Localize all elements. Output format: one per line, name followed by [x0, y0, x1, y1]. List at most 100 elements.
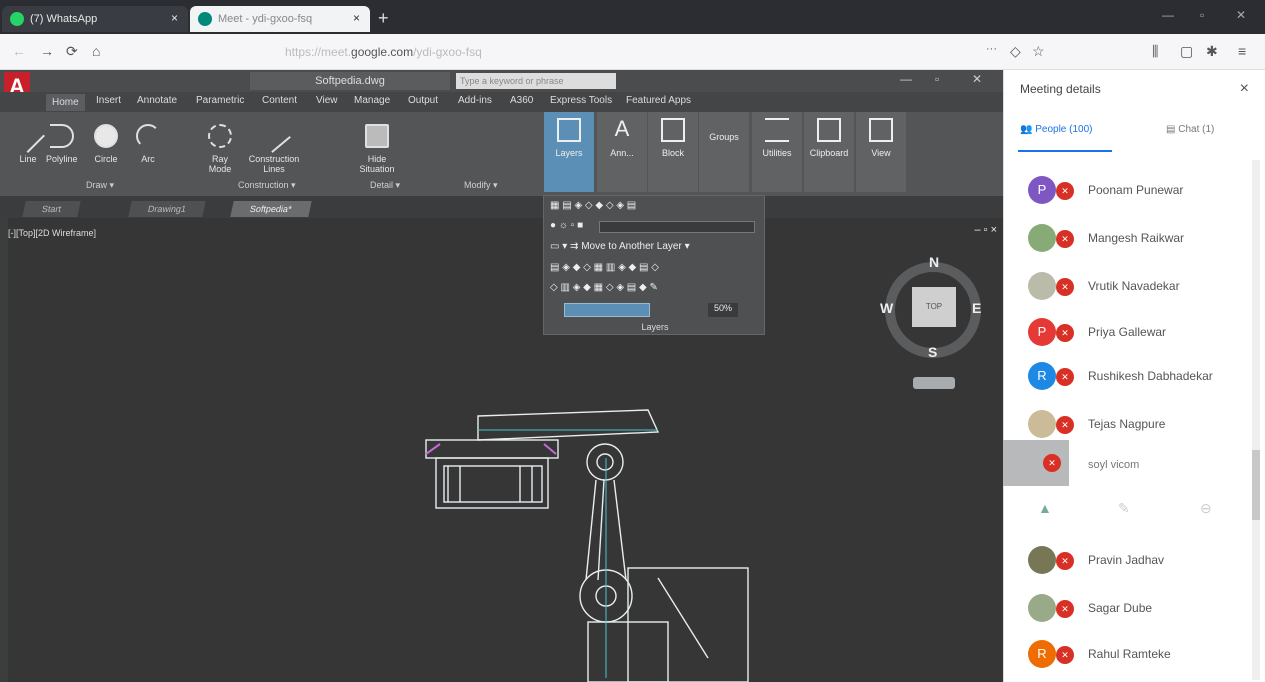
minimize-icon[interactable]: —	[1162, 8, 1174, 22]
back-icon[interactable]: ←	[12, 43, 26, 59]
line-button[interactable]: Line	[11, 119, 45, 164]
remove-icon[interactable]: ⊖	[1200, 500, 1212, 517]
layer-dropdown[interactable]	[599, 221, 755, 233]
tab-parametric[interactable]: Parametric	[196, 95, 244, 106]
pin-icon[interactable]: ▲	[1038, 500, 1052, 516]
annotation-button[interactable]: A Ann...	[597, 112, 647, 192]
circle-button[interactable]: Circle	[94, 124, 118, 164]
address-bar[interactable]: https://meet.google.com/ydi-gxoo-fsq	[215, 42, 775, 62]
compass-east[interactable]: E	[972, 300, 981, 316]
layers-panel-popup: ▦ ▤ ◈ ◇ ◆ ◇ ◈ ▤ ● ☼ ▫ ■ ▭ ▾ ⇉ Move to An…	[543, 195, 765, 335]
participant-name: Poonam Punewar	[1088, 183, 1184, 197]
participant-row[interactable]: R ✕ Rahul Ramteke	[1024, 640, 1254, 670]
construction-lines-button[interactable]: Construction Lines	[244, 119, 304, 174]
forward-icon[interactable]: →	[40, 43, 54, 59]
tab-title: Meet - ydi-gxoo-fsq	[218, 13, 313, 25]
reload-icon[interactable]: ⟳	[66, 43, 78, 60]
home-icon[interactable]: ⌂	[92, 43, 100, 59]
polyline-button[interactable]: Polyline	[46, 124, 78, 164]
construction-panel-label[interactable]: Construction ▾	[238, 180, 296, 191]
layer-tools-row-1[interactable]: ▦ ▤ ◈ ◇ ◆ ◇ ◈ ▤	[550, 200, 636, 211]
tab-manage[interactable]: Manage	[354, 95, 390, 106]
participant-row[interactable]: ✕ Mangesh Raikwar	[1024, 224, 1254, 254]
mic-off-icon: ✕	[1056, 182, 1074, 200]
maximize-icon[interactable]: ▫	[935, 72, 939, 86]
close-window-icon[interactable]: ✕	[1236, 8, 1246, 22]
hide-situation-label: Hide Situation	[359, 154, 395, 174]
compass-south[interactable]: S	[928, 344, 937, 360]
block-button[interactable]: Block	[648, 112, 698, 192]
viewcube-top-face[interactable]: TOP	[912, 287, 956, 327]
file-tab-start[interactable]: Start	[22, 201, 81, 217]
mic-off-icon: ✕	[1056, 646, 1074, 664]
groups-button[interactable]: Groups	[699, 112, 749, 192]
hide-situation-button[interactable]: Hide Situation	[356, 124, 398, 174]
detail-panel-label[interactable]: Detail ▾	[370, 180, 400, 191]
wcs-menu[interactable]	[913, 377, 955, 389]
ray-icon	[208, 124, 232, 148]
ray-mode-button[interactable]: Ray Mode	[204, 124, 236, 174]
tab-a360[interactable]: A360	[510, 95, 533, 106]
mute-icon[interactable]: ✎	[1118, 500, 1130, 517]
layer-tools-row-3[interactable]: ◇ ▥ ◈ ◆ ▦ ◇ ◈ ▤ ◆ ✎	[550, 282, 658, 293]
participant-name: Sagar Dube	[1088, 601, 1153, 615]
tab-insert[interactable]: Insert	[96, 95, 121, 106]
close-panel-icon[interactable]: ×	[1240, 80, 1249, 98]
maximize-icon[interactable]: ▫	[1200, 8, 1204, 22]
drawing-viewport[interactable]: [-][Top][2D Wireframe] – ▫ ×	[8, 218, 1003, 682]
close-icon[interactable]: ✕	[972, 72, 982, 86]
participant-row[interactable]: ✕ Sagar Dube	[1024, 594, 1254, 624]
minimize-icon[interactable]: —	[900, 72, 912, 86]
new-tab-button[interactable]: +	[378, 8, 389, 29]
utilities-button[interactable]: Utilities	[752, 112, 802, 192]
tab-content[interactable]: Content	[262, 95, 297, 106]
tab-annotate[interactable]: Annotate	[137, 95, 177, 106]
clipboard-button[interactable]: Clipboard	[804, 112, 854, 192]
participant-row[interactable]: ✕ Tejas Nagpure	[1024, 410, 1254, 440]
line-icon	[11, 119, 45, 153]
page-actions-icon[interactable]: ···	[986, 43, 997, 55]
arc-button[interactable]: Arc	[136, 124, 160, 164]
tab-people[interactable]: 👥 People (100)	[1020, 124, 1093, 135]
draw-panel-label[interactable]: Draw ▾	[86, 180, 114, 191]
participant-row[interactable]: ✕ Vrutik Navadekar	[1024, 272, 1254, 302]
close-tab-icon[interactable]: ×	[353, 11, 360, 25]
move-to-layer-row[interactable]: ▭ ▾ ⇉ Move to Another Layer ▾	[550, 241, 690, 252]
tab-chat[interactable]: ▤ Chat (1)	[1166, 124, 1214, 135]
participant-row[interactable]: P ✕ Poonam Punewar	[1024, 176, 1254, 206]
tab-meet[interactable]: Meet - ydi-gxoo-fsq ×	[190, 6, 370, 32]
tab-addins[interactable]: Add-ins	[458, 95, 492, 106]
keyword-search-input[interactable]: Type a keyword or phrase	[456, 73, 616, 89]
layer-fade-slider[interactable]	[564, 303, 650, 317]
participant-row[interactable]: ✕ Pravin Jadhav	[1024, 546, 1254, 576]
close-tab-icon[interactable]: ×	[171, 11, 178, 25]
view-button[interactable]: View	[856, 112, 906, 192]
tab-express-tools[interactable]: Express Tools	[550, 95, 612, 106]
pocket-icon[interactable]: ◇	[1010, 43, 1021, 60]
tab-home[interactable]: Home	[46, 94, 85, 111]
presenting-label: soyl vicom	[1088, 459, 1140, 471]
modify-panel-label[interactable]: Modify ▾	[464, 180, 498, 191]
layer-state-icons[interactable]: ● ☼ ▫ ■	[550, 220, 583, 231]
tab-output[interactable]: Output	[408, 95, 438, 106]
bookmark-star-icon[interactable]: ☆	[1032, 43, 1045, 60]
presenter-thumbnail[interactable]: ✕	[1003, 440, 1069, 486]
compass-west[interactable]: W	[880, 300, 893, 316]
library-icon[interactable]: ⫼	[1152, 43, 1158, 60]
participant-row[interactable]: P ✕ Priya Gallewar	[1024, 318, 1254, 348]
tab-view[interactable]: View	[316, 95, 338, 106]
layer-tools-row-2[interactable]: ▤ ◈ ◆ ◇ ▦ ▥ ◈ ◆ ▤ ◇	[550, 262, 659, 273]
mic-off-icon: ✕	[1043, 454, 1061, 472]
sidebar-icon[interactable]: ▢	[1180, 43, 1193, 60]
hamburger-menu-icon[interactable]: ≡	[1238, 43, 1246, 59]
extension-icon[interactable]: ✱	[1206, 43, 1218, 60]
participant-row[interactable]: R ✕ Rushikesh Dabhadekar	[1024, 362, 1254, 392]
tab-featured-apps[interactable]: Featured Apps	[626, 95, 691, 106]
compass-north[interactable]: N	[929, 254, 939, 270]
scrollbar-thumb[interactable]	[1252, 450, 1260, 520]
file-tab-drawing1[interactable]: Drawing1	[128, 201, 206, 217]
layers-button[interactable]: Layers	[544, 112, 594, 192]
file-tab-softpedia[interactable]: Softpedia*	[230, 201, 312, 217]
arc-label: Arc	[141, 154, 155, 164]
tab-whatsapp[interactable]: (7) WhatsApp ×	[2, 6, 188, 32]
